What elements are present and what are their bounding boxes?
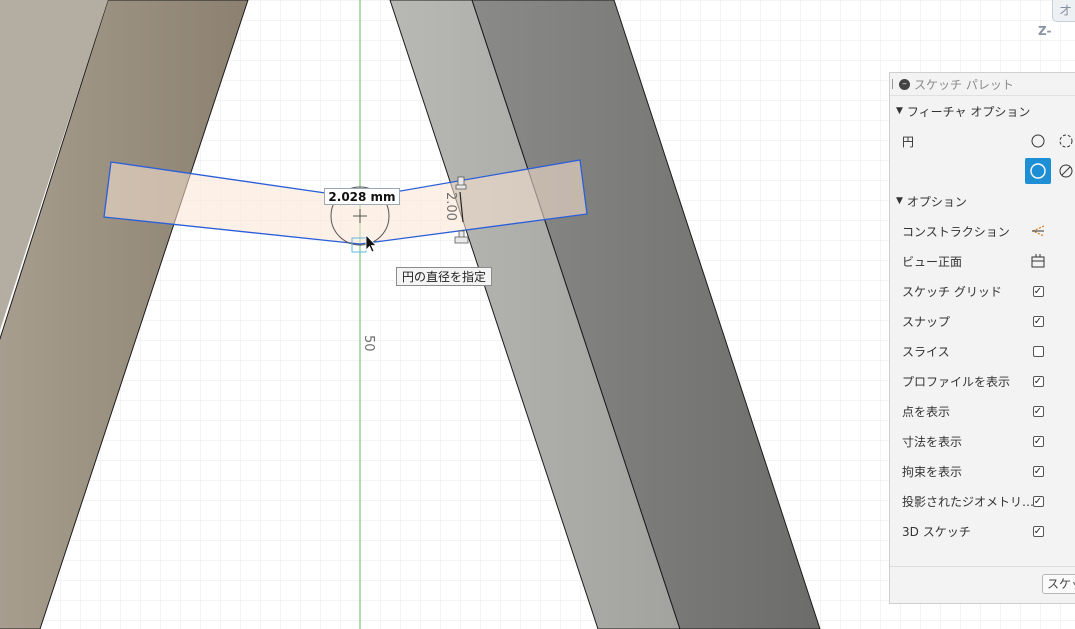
3d-sketch-checkbox[interactable]: ✓ bbox=[1032, 525, 1044, 537]
section-label: フィーチャ オプション bbox=[906, 104, 1031, 119]
triangle-down-icon: ▼ bbox=[896, 196, 903, 206]
palette-header[interactable]: – スケッチ パレット bbox=[890, 73, 1075, 96]
dimension-input[interactable]: 2.028 mm bbox=[324, 188, 400, 205]
option-row-snap: スナップ ✓ bbox=[890, 306, 1075, 336]
section-feature-options[interactable]: ▼ フィーチャ オプション bbox=[890, 96, 1075, 126]
view-cube[interactable]: オ bbox=[1052, 0, 1075, 22]
option-label: プロファイルを表示 bbox=[902, 374, 1011, 389]
snap-checkbox[interactable]: ✓ bbox=[1032, 315, 1044, 327]
construction-icon[interactable] bbox=[1030, 223, 1046, 239]
finish-sketch-button[interactable]: スケッチ bbox=[1042, 574, 1075, 594]
section-options[interactable]: ▼ オプション bbox=[890, 186, 1075, 216]
option-row-sketch-grid: スケッチ グリッド ✓ bbox=[890, 276, 1075, 306]
option-label: スナップ bbox=[902, 314, 951, 329]
show-dimensions-checkbox[interactable]: ✓ bbox=[1032, 435, 1044, 447]
option-row-look-at: ビュー正面 bbox=[890, 246, 1075, 276]
option-label: 寸法を表示 bbox=[902, 434, 963, 449]
show-constraints-checkbox[interactable]: ✓ bbox=[1032, 465, 1044, 477]
dimension-text-2-00: 2.00 bbox=[443, 192, 458, 221]
option-row-show-profile: プロファイルを表示 ✓ bbox=[890, 366, 1075, 396]
circle-option-row-2 bbox=[890, 156, 1075, 186]
option-label: ビュー正面 bbox=[902, 254, 963, 269]
option-row-construction: コンストラクション bbox=[890, 216, 1075, 246]
slice-checkbox[interactable] bbox=[1032, 345, 1044, 357]
option-label: スケッチ グリッド bbox=[902, 284, 1002, 299]
palette-footer: スケッチ bbox=[890, 566, 1075, 603]
sketch-palette: – スケッチ パレット ▼ フィーチャ オプション 円 ▼ オプション コンスト… bbox=[889, 72, 1075, 604]
look-at-icon[interactable] bbox=[1030, 253, 1046, 269]
drag-grip-icon[interactable] bbox=[892, 79, 895, 89]
option-label: 投影されたジオメトリ… bbox=[902, 494, 1035, 509]
option-label: コンストラクション bbox=[902, 224, 1010, 239]
option-row-projected-geometry: 投影されたジオメトリ… ✓ bbox=[890, 486, 1075, 516]
collapse-icon[interactable]: – bbox=[899, 78, 910, 90]
projected-geometry-checkbox[interactable]: ✓ bbox=[1032, 495, 1044, 507]
circle-solid-icon[interactable] bbox=[1030, 133, 1046, 149]
option-row-3d-sketch: 3D スケッチ ✓ bbox=[890, 516, 1075, 546]
circle-dashed-icon[interactable] bbox=[1058, 133, 1074, 149]
palette-title: スケッチ パレット bbox=[914, 77, 1014, 92]
circle-label: 円 bbox=[902, 134, 915, 149]
circle-diameter-icon[interactable] bbox=[1025, 158, 1051, 184]
option-row-slice: スライス bbox=[890, 336, 1075, 366]
dimension-text-50: 50 bbox=[361, 335, 376, 352]
circle-option-row: 円 bbox=[890, 126, 1075, 156]
option-label: スライス bbox=[902, 344, 950, 359]
show-profile-checkbox[interactable]: ✓ bbox=[1032, 375, 1044, 387]
triangle-down-icon: ▼ bbox=[896, 106, 903, 116]
option-row-show-constraints: 拘束を表示 ✓ bbox=[890, 456, 1075, 486]
option-row-show-dimensions: 寸法を表示 ✓ bbox=[890, 426, 1075, 456]
option-label: 3D スケッチ bbox=[902, 524, 971, 539]
sketch-grid-checkbox[interactable]: ✓ bbox=[1032, 285, 1044, 297]
circle-radius-icon[interactable] bbox=[1058, 163, 1074, 179]
view-cube-axis-label: Z- bbox=[1038, 24, 1052, 38]
tooltip: 円の直径を指定 bbox=[396, 267, 493, 286]
option-row-show-points: 点を表示 ✓ bbox=[890, 396, 1075, 426]
option-label: 点を表示 bbox=[902, 404, 951, 419]
section-label: オプション bbox=[906, 194, 967, 209]
option-label: 拘束を表示 bbox=[902, 464, 963, 479]
show-points-checkbox[interactable]: ✓ bbox=[1032, 405, 1044, 417]
